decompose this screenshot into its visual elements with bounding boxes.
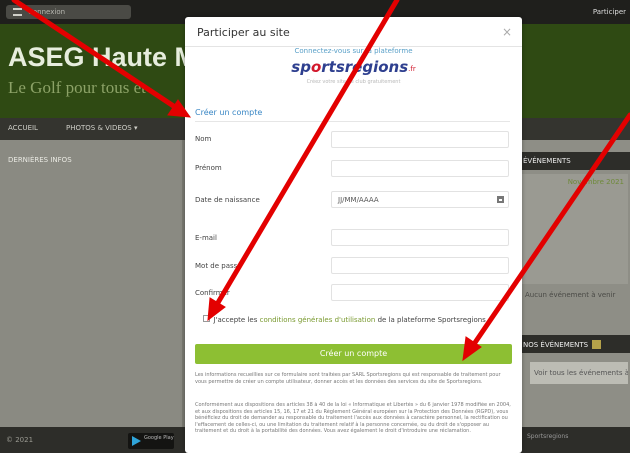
events-calendar[interactable]: Novembre 2021 bbox=[522, 174, 628, 284]
modal-header: Participer au site × bbox=[185, 17, 522, 47]
events-text: Aucun événement à venir bbox=[525, 291, 616, 299]
create-account-button[interactable]: Créer un compte bbox=[195, 344, 512, 364]
nom-input[interactable] bbox=[331, 131, 509, 148]
events-header: ÉVÉNEMENTS bbox=[519, 152, 630, 170]
nav-item-accueil[interactable]: ACCUEIL bbox=[8, 124, 38, 132]
create-account-heading[interactable]: Créer un compte bbox=[195, 108, 262, 117]
close-icon[interactable]: × bbox=[502, 25, 512, 39]
rss-icon[interactable] bbox=[592, 340, 602, 349]
legal-text-2: Conformément aux dispositions des articl… bbox=[195, 402, 511, 434]
legal-text-1: Les informations recueillies sur ce form… bbox=[195, 372, 501, 385]
logo-subtitle: Créez votre site de club gratuitement bbox=[306, 79, 401, 85]
footer-copyright: © 2021 bbox=[6, 436, 34, 444]
play-store-icon bbox=[132, 436, 141, 446]
all-events-button[interactable]: Voir tous les événements à venir bbox=[530, 362, 628, 384]
birthdate-placeholder: JJ/MM/AAAA bbox=[338, 196, 379, 204]
left-panel: DERNIÈRES INFOS bbox=[0, 140, 182, 427]
topbar-menu-button[interactable]: Connexion bbox=[6, 5, 131, 19]
terms-link[interactable]: conditions générales d'utilisation bbox=[260, 316, 376, 324]
email-label: E-mail bbox=[195, 234, 217, 242]
terms-text: J'accepte les conditions générales d'uti… bbox=[213, 316, 486, 324]
topbar-menu-label: Connexion bbox=[28, 8, 66, 16]
our-events-header: NOS ÉVÉNEMENTS bbox=[519, 335, 630, 353]
confirm-password-input[interactable] bbox=[331, 284, 509, 301]
our-events-label: NOS ÉVÉNEMENTS bbox=[523, 341, 589, 349]
signup-modal: Participer au site × Connectez-vous sur … bbox=[185, 17, 522, 453]
connect-text: Connectez-vous sur la plateforme bbox=[294, 47, 413, 55]
confirm-label: Confirmer bbox=[195, 289, 230, 297]
password-input[interactable] bbox=[331, 257, 509, 274]
modal-title: Participer au site bbox=[197, 26, 290, 39]
calendar-icon[interactable] bbox=[497, 196, 504, 203]
store-label: Google Play bbox=[144, 435, 174, 441]
prenom-input[interactable] bbox=[331, 160, 509, 177]
divider bbox=[195, 121, 510, 122]
site-title: ASEG Haute M bbox=[8, 42, 198, 72]
nav-item-photos[interactable]: PHOTOS & VIDEOS ▾ bbox=[66, 124, 138, 132]
hamburger-icon bbox=[13, 8, 22, 16]
birthdate-input[interactable]: JJ/MM/AAAA bbox=[331, 191, 509, 208]
footer-brand[interactable]: Sportsregions bbox=[527, 433, 617, 440]
nom-label: Nom bbox=[195, 135, 212, 143]
email-input[interactable] bbox=[331, 229, 509, 246]
topbar-participer-link[interactable]: Participer bbox=[593, 8, 626, 16]
prenom-label: Prénom bbox=[195, 164, 222, 172]
password-label: Mot de passe bbox=[195, 262, 242, 270]
calendar-month: Novembre 2021 bbox=[567, 178, 624, 186]
google-play-badge[interactable]: Google Play bbox=[128, 433, 174, 449]
sportsregions-logo: sportsregions.fr bbox=[291, 58, 416, 76]
birthdate-label: Date de naissance bbox=[195, 196, 260, 204]
left-panel-label: DERNIÈRES INFOS bbox=[8, 156, 72, 164]
site-slogan: Le Golf pour tous et bbox=[8, 78, 146, 97]
